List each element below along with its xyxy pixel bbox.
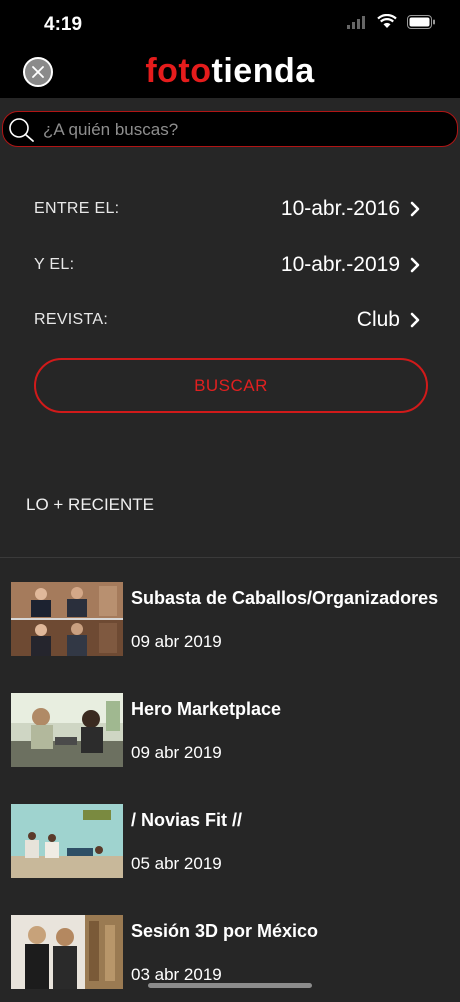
search-bar: [2, 111, 458, 147]
status-icons: [347, 14, 436, 29]
filter-start-date[interactable]: ENTRE EL: 10-abr.-2016: [34, 194, 420, 224]
chevron-right-icon: [410, 257, 420, 273]
list-item[interactable]: / Novias Fit // 05 abr 2019: [0, 780, 460, 891]
battery-icon: [407, 14, 435, 29]
recent-section-title: LO + RECIENTE: [26, 495, 155, 514]
filter-label: Y EL:: [34, 256, 75, 273]
filter-value: Club: [356, 308, 400, 331]
list-item[interactable]: Subasta de Caballos/Organizadores 09 abr…: [0, 558, 460, 669]
filter-value: 10-abr.-2016: [280, 197, 400, 220]
nav-bar: fototienda: [0, 50, 460, 98]
item-date: 09 abr 2019: [131, 632, 222, 651]
chevron-right-icon: [410, 201, 420, 217]
filter-end-date[interactable]: Y EL: 10-abr.-2019: [34, 250, 420, 280]
item-title: Sesión 3D por México: [131, 921, 319, 941]
filter-magazine[interactable]: REVISTA: Club: [34, 305, 420, 335]
list-item[interactable]: Hero Marketplace 09 abr 2019: [0, 669, 460, 780]
thumbnail-image: [11, 582, 123, 656]
status-bar: 4:19: [0, 0, 460, 50]
item-title: Hero Marketplace: [131, 699, 282, 719]
thumbnail-image: [11, 693, 123, 767]
status-time: 4:19: [44, 14, 83, 35]
app-logo: fototienda: [0, 52, 460, 91]
wifi-icon: [377, 14, 397, 28]
item-date: 05 abr 2019: [131, 854, 222, 873]
search-button[interactable]: BUSCAR: [34, 358, 428, 413]
logo-part-tienda: tienda: [211, 52, 315, 90]
item-date: 03 abr 2019: [131, 965, 222, 984]
thumbnail-image: [11, 915, 123, 989]
filter-label: ENTRE EL:: [34, 200, 120, 217]
chevron-right-icon: [410, 312, 420, 328]
filter-label: REVISTA:: [34, 311, 109, 328]
item-date: 09 abr 2019: [131, 743, 222, 762]
search-icon: [9, 118, 34, 142]
item-title: Subasta de Caballos/Organizadores: [131, 588, 439, 608]
search-input[interactable]: [41, 112, 445, 147]
item-title: / Novias Fit //: [131, 810, 243, 830]
logo-part-foto: foto: [145, 52, 212, 90]
signal-icon: [347, 15, 365, 29]
thumbnail-image: [11, 804, 123, 878]
home-indicator: [148, 983, 312, 988]
filter-value: 10-abr.-2019: [280, 253, 400, 276]
